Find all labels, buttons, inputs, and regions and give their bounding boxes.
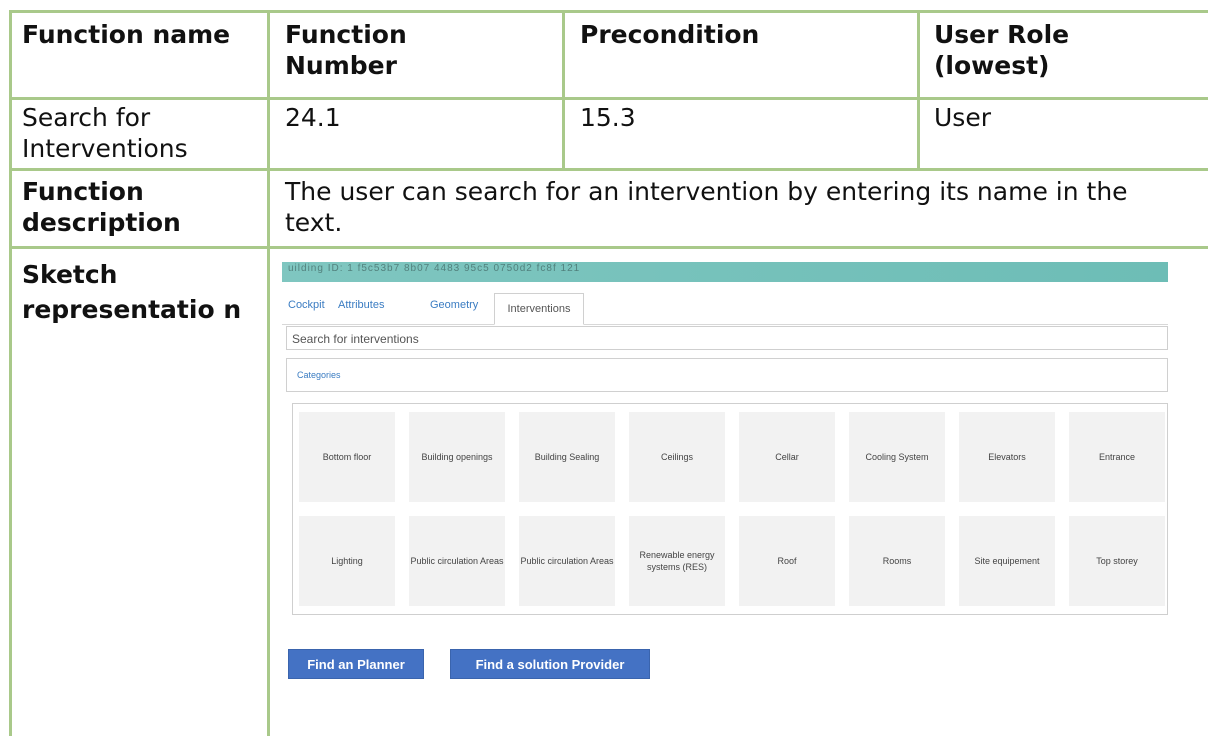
tile-bottom-floor[interactable]: Bottom floor: [299, 412, 395, 502]
grid-line: [10, 97, 1208, 100]
tab-cockpit[interactable]: Cockpit: [288, 299, 325, 311]
find-planner-button[interactable]: Find an Planner: [288, 649, 424, 679]
tab-bar: Cockpit Attributes Geometry Intervention…: [282, 293, 1168, 325]
value-function-name: Search for Interventions: [22, 103, 188, 163]
value-function-number: 24.1: [285, 103, 341, 132]
header-function-number: Function Number: [285, 20, 407, 80]
value-precondition: 15.3: [580, 103, 636, 132]
tab-interventions[interactable]: Interventions: [494, 293, 584, 325]
tile-site-equipement[interactable]: Site equipement: [959, 516, 1055, 606]
building-banner: uilding ID: 1 f5c53b7 8b07 4483 95c5 075…: [282, 262, 1168, 282]
tile-cellar[interactable]: Cellar: [739, 412, 835, 502]
find-solution-provider-button[interactable]: Find a solution Provider: [450, 649, 650, 679]
header-user-role: User Role (lowest): [934, 20, 1070, 80]
banner-text: uilding ID: 1 f5c53b7 8b07 4483 95c5 075…: [288, 263, 581, 274]
tile-roof[interactable]: Roof: [739, 516, 835, 606]
header-function-name: Function name: [22, 20, 231, 49]
sketch-label: Sketch representatio n: [22, 260, 242, 324]
tile-rooms[interactable]: Rooms: [849, 516, 945, 606]
tab-attributes[interactable]: Attributes: [338, 299, 384, 311]
grid-line: [9, 10, 12, 736]
tile-entrance[interactable]: Entrance: [1069, 412, 1165, 502]
tile-public-circulation-areas[interactable]: Public circulation Areas: [409, 516, 505, 606]
tile-renewable-energy-systems[interactable]: Renewable energy systems (RES): [629, 516, 725, 606]
tile-lighting[interactable]: Lighting: [299, 516, 395, 606]
grid-line: [10, 10, 1208, 13]
sketch-screenshot: uilding ID: 1 f5c53b7 8b07 4483 95c5 075…: [282, 262, 1168, 736]
grid-line: [917, 10, 920, 170]
grid-line: [562, 10, 565, 170]
tile-cooling-system[interactable]: Cooling System: [849, 412, 945, 502]
intervention-grid: Bottom floor Building openings Building …: [292, 403, 1168, 615]
tile-public-circulation-areas[interactable]: Public circulation Areas: [519, 516, 615, 606]
tile-ceilings[interactable]: Ceilings: [629, 412, 725, 502]
header-precondition: Precondition: [580, 20, 760, 49]
search-input[interactable]: Search for interventions: [286, 326, 1168, 350]
tab-geometry[interactable]: Geometry: [430, 299, 478, 311]
description-label: Function description: [22, 177, 181, 237]
description-text: The user can search for an intervention …: [285, 177, 1128, 237]
grid-line: [10, 246, 1208, 249]
grid-line: [10, 168, 1208, 171]
tile-building-sealing[interactable]: Building Sealing: [519, 412, 615, 502]
tile-top-storey[interactable]: Top storey: [1069, 516, 1165, 606]
tile-building-openings[interactable]: Building openings: [409, 412, 505, 502]
categories-link[interactable]: Categories: [286, 358, 1168, 392]
grid-line: [267, 10, 270, 736]
tile-elevators[interactable]: Elevators: [959, 412, 1055, 502]
value-user-role: User: [934, 103, 991, 132]
